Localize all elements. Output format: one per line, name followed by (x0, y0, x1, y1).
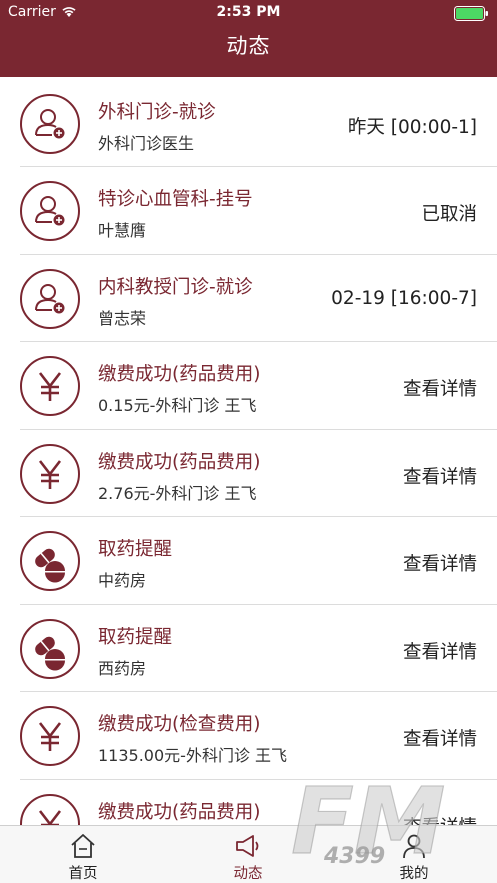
list-item[interactable]: 缴费成功(药品费用) 2.76元-外科门诊 王飞 查看详情 (20, 430, 497, 517)
pill-icon (20, 618, 80, 679)
home-icon (71, 834, 95, 858)
list-item[interactable]: 取药提醒 中药房 查看详情 (20, 517, 497, 605)
list-item[interactable]: 缴费成功(检查费用) 1135.00元-外科门诊 王飞 查看详情 (20, 692, 497, 780)
tab-home-label: 首页 (68, 866, 98, 882)
list-item[interactable]: 取药提醒 西药房 查看详情 (20, 605, 497, 692)
yen-icon (20, 793, 80, 825)
item-subtitle: 2.76元-外科门诊 王飞 (98, 483, 257, 503)
item-subtitle: 西药房 (98, 658, 147, 678)
item-title: 特诊心血管科-挂号 (98, 189, 253, 210)
tab-home[interactable]: 首页 (28, 826, 138, 883)
yen-icon (20, 356, 80, 416)
activity-list: 外科门诊-就诊 外科门诊医生 昨天 [00:00-1] 特诊心血管科-挂号 叶慧… (0, 80, 497, 825)
item-subtitle: 叶慧膺 (98, 221, 147, 240)
list-item[interactable]: 特诊心血管科-挂号 叶慧膺 已取消 (20, 167, 497, 255)
add-user-icon (20, 181, 80, 241)
pill-icon (20, 531, 80, 591)
page-title: 动态 (226, 34, 271, 58)
item-status: 昨天 [00:00-1] (347, 117, 477, 138)
yen-icon (20, 706, 80, 766)
item-subtitle: 外科门诊医生 (98, 134, 195, 153)
item-status: 02-19 [16:00-7] (331, 287, 477, 309)
item-status: 已取消 (421, 204, 477, 225)
item-subtitle: 1135.00元-外科门诊 王飞 (98, 746, 288, 765)
status-bar: Carrier 2:53 PM (0, 0, 497, 26)
item-title: 缴费成功(药品费用) (98, 364, 261, 385)
battery-icon (454, 6, 488, 21)
list-item[interactable]: 内科教授门诊-就诊 曾志荣 02-19 [16:00-7] (20, 255, 497, 342)
add-user-icon (20, 94, 80, 154)
list-item[interactable]: 缴费成功(药品费用) 0.15元-外科门诊 王飞 查看详情 (20, 342, 497, 430)
svg-text:4399: 4399 (323, 844, 385, 868)
yen-icon (20, 443, 80, 504)
view-details-link[interactable]: 查看详情 (403, 375, 477, 401)
list-item[interactable]: 外科门诊-就诊 外科门诊医生 昨天 [00:00-1] (20, 80, 497, 167)
view-details-link[interactable]: 查看详情 (403, 725, 477, 751)
view-details-link[interactable]: 查看详情 (403, 638, 477, 664)
item-title: 外科门诊-就诊 (98, 102, 216, 123)
item-title: 缴费成功(检查费用) (98, 714, 261, 735)
item-title: 缴费成功(药品费用) (98, 451, 261, 473)
view-details-link[interactable]: 查看详情 (403, 463, 477, 489)
megaphone-icon (236, 835, 259, 857)
item-title: 取药提醒 (98, 539, 173, 560)
item-subtitle: 0.15元-外科门诊 王飞 (98, 396, 257, 415)
item-title: 缴费成功(药品费用) (98, 801, 261, 823)
watermark-logo: FM 4399 (290, 768, 446, 868)
view-details-link[interactable]: 查看详情 (403, 550, 477, 576)
item-title: 取药提醒 (98, 626, 173, 648)
app-header: Carrier 2:53 PM 动态 (0, 0, 497, 77)
status-time: 2:53 PM (216, 4, 281, 20)
add-user-icon (20, 268, 80, 329)
item-title: 内科教授门诊-就诊 (98, 276, 253, 298)
item-subtitle: 中药房 (98, 571, 147, 590)
item-subtitle: 曾志荣 (98, 308, 147, 328)
